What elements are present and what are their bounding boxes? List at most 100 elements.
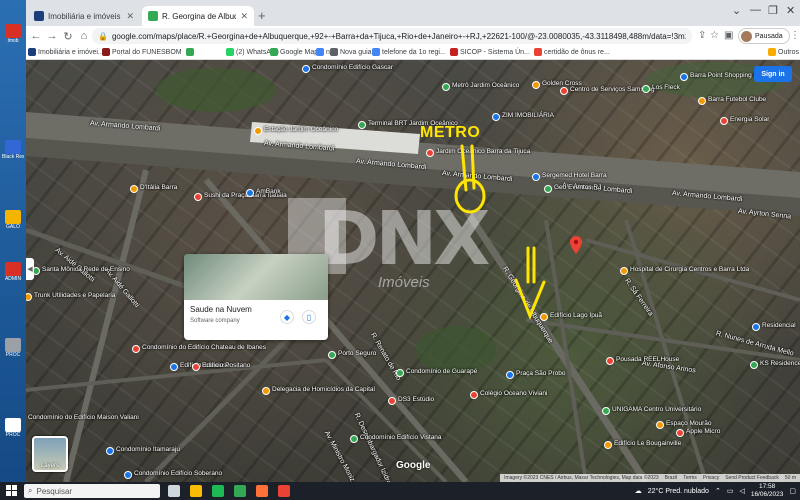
home-icon[interactable]: ⌂	[76, 30, 92, 42]
chrome-alt-icon[interactable]	[278, 485, 290, 497]
bookmark-favicon-icon	[102, 48, 110, 56]
desktop-icon-label: Black Resour	[2, 154, 24, 160]
bookmark-item[interactable]: SICOP - Sistema Ún...	[450, 48, 530, 56]
bookmark-item[interactable]: Outros favoritos	[768, 48, 800, 56]
share-icon[interactable]: ⇪	[698, 30, 706, 41]
attribution-item[interactable]: Brazil	[665, 475, 678, 481]
attribution-item[interactable]: Terms	[683, 475, 697, 481]
attribution-item[interactable]: 50 m	[785, 475, 796, 481]
network-icon[interactable]: ▭	[727, 487, 734, 495]
window-close-icon[interactable]: ✕	[786, 4, 795, 17]
map-satellite-view[interactable]: Av. Armando Lombardi Av. Armando Lombardi…	[26, 60, 800, 482]
bookmark-favicon-icon	[372, 48, 380, 56]
search-icon: ⌕	[28, 486, 33, 495]
bookmark-favicon-icon	[316, 48, 324, 56]
notifications-icon[interactable]: ▢	[789, 487, 796, 495]
save-bookmark-icon[interactable]: ▯	[302, 310, 316, 324]
desktop-icon[interactable]: PROC	[2, 338, 24, 372]
bookmark-star-icon[interactable]: ☆	[710, 30, 719, 41]
desktop-icon[interactable]: Imob	[2, 24, 24, 58]
desktop-icon-label: PROC	[5, 352, 21, 358]
place-name[interactable]: Saude na Nuvem	[190, 305, 252, 314]
bookmark-item[interactable]: Portal do FUNESBOM	[102, 48, 182, 56]
desktop-icon-label: Imob	[7, 38, 19, 44]
bookmark-label: Outros favoritos	[778, 48, 800, 56]
bookmark-item[interactable]	[186, 48, 194, 56]
more-menu-icon[interactable]: ⋮	[790, 30, 800, 41]
weather-text[interactable]: 22°C Pred. nublado	[648, 488, 709, 495]
google-chrome-icon[interactable]	[234, 485, 246, 497]
annotation-strokes	[454, 144, 546, 321]
maximize-icon[interactable]: ❐	[768, 4, 778, 17]
address-bar[interactable]: 🔒 google.com/maps/place/R.+Georgina+de+A…	[92, 28, 692, 44]
layers-label: Layers	[40, 463, 59, 469]
profile-button[interactable]: Pausada	[738, 28, 790, 44]
tab-google-maps[interactable]: R. Georgina de Albuquerque, 92 ✕	[142, 6, 254, 26]
place-card[interactable]: Saude na Nuvem Software company ◆ ▯	[184, 254, 328, 340]
bookmark-favicon-icon	[330, 48, 338, 56]
attribution-item[interactable]: Send Product Feedback	[725, 475, 779, 481]
weather-icon: ☁	[634, 488, 642, 495]
attribution-item: Imagery ©2023 CNES / Airbus, Maxar Techn…	[504, 475, 659, 481]
bookmark-item[interactable]: Google Maps	[270, 48, 322, 56]
forward-icon[interactable]: →	[44, 30, 60, 42]
bookmark-label: Nova guia	[340, 48, 372, 56]
tab-title: Imobiliária e imóveis na Barra da	[48, 11, 122, 21]
profile-label: Pausada	[755, 32, 783, 40]
new-tab-icon[interactable]: +	[258, 8, 266, 23]
chevron-down-icon[interactable]: ⌄	[732, 4, 741, 17]
app-icon	[5, 262, 21, 276]
desktop-icon[interactable]: PROC	[2, 418, 24, 452]
app-icon	[5, 418, 21, 432]
desktop-icon[interactable]: Black Resour	[2, 140, 24, 174]
close-icon[interactable]: ✕	[126, 11, 134, 22]
taskbar-search-input[interactable]: ⌕ Pesquisar	[24, 484, 160, 498]
browser-window: Imobiliária e imóveis na Barra da ✕ R. G…	[26, 0, 800, 482]
attribution-item[interactable]: Privacy	[703, 475, 719, 481]
bookmark-favicon-icon	[534, 48, 542, 56]
spotify-icon[interactable]	[212, 485, 224, 497]
app-icon	[5, 140, 21, 154]
maps-pin-icon	[148, 11, 158, 21]
extensions-icon[interactable]: ▣	[724, 30, 733, 41]
avatar	[741, 31, 752, 42]
directions-icon[interactable]: ◆	[280, 310, 294, 324]
pin-arrow-head	[514, 278, 546, 321]
bookmark-item[interactable]: Imobiliária e imóvei...	[28, 48, 104, 56]
close-icon[interactable]: ✕	[240, 11, 248, 22]
desktop-icons-strip: Imob Black Resour GALO ADMIN PROC PROC	[0, 0, 26, 482]
bookmark-favicon-icon	[226, 48, 234, 56]
back-icon[interactable]: ←	[28, 30, 44, 42]
tab-title: R. Georgina de Albuquerque, 92	[162, 11, 237, 21]
bookmark-favicon-icon	[186, 48, 194, 56]
firefox-icon[interactable]	[256, 485, 268, 497]
desktop-icon[interactable]: GALO	[2, 210, 24, 244]
sign-in-button[interactable]: Sign in	[754, 66, 792, 82]
browser-toolbar: ← → ↻ ⌂ 🔒 google.com/maps/place/R.+Georg…	[26, 26, 800, 46]
bookmark-favicon-icon	[28, 48, 36, 56]
bookmark-favicon-icon	[270, 48, 278, 56]
tab-imobiliaria[interactable]: Imobiliária e imóveis na Barra da ✕	[28, 6, 140, 26]
clock-time: 17:58	[758, 483, 776, 490]
bookmarks-bar: Imobiliária e imóvei... Portal do FUNESBO…	[26, 46, 800, 60]
bookmark-item[interactable]: n	[316, 48, 330, 56]
collapse-panel-icon[interactable]: ◀	[26, 258, 34, 280]
bookmark-item[interactable]: telefone da 1o regi...	[372, 48, 446, 56]
reload-icon[interactable]: ↻	[60, 30, 76, 43]
bookmark-item[interactable]: Nova guia	[330, 48, 372, 56]
clock[interactable]: 17:58 16/06/2023	[751, 483, 784, 499]
windows-start-icon[interactable]	[6, 485, 17, 496]
volume-icon[interactable]: ◁	[739, 487, 744, 495]
place-photo[interactable]	[184, 254, 328, 300]
layers-button[interactable]: Layers	[32, 436, 68, 472]
bookmark-label: SICOP - Sistema Ún...	[460, 48, 530, 56]
bookmark-item[interactable]: certidão de ônus re...	[534, 48, 610, 56]
desktop-icon[interactable]: ADMIN	[2, 262, 24, 296]
chrome-icon[interactable]	[190, 485, 202, 497]
windows-taskbar: ⌕ Pesquisar ☁ 22°C Pred. nublado ⌃ ▭ ◁ 1…	[0, 482, 800, 500]
url-text[interactable]: google.com/maps/place/R.+Georgina+de+Alb…	[112, 32, 686, 41]
minimize-icon[interactable]: —	[750, 4, 761, 16]
task-view-icon[interactable]	[168, 485, 180, 497]
bookmark-label: certidão de ônus re...	[544, 48, 610, 56]
chevron-up-icon[interactable]: ⌃	[715, 487, 721, 495]
